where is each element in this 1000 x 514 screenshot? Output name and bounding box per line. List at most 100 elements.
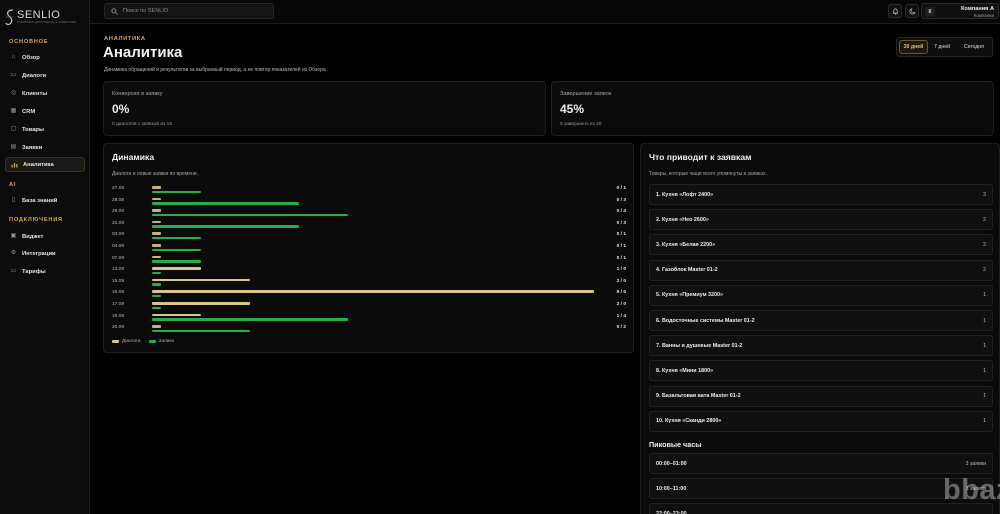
sidebar-item-label: Тарифы [22, 268, 46, 275]
chart-row: 04.09 0 / 1 [104, 244, 634, 256]
peak-hour-item[interactable]: 10:00–11:00 3 заявки [649, 478, 993, 500]
sidebar-item-products[interactable]: ▢ Товары [5, 122, 85, 137]
peak-hour-count: 3 заявки [965, 460, 986, 467]
bar-requests [152, 283, 161, 286]
bar-requests [152, 202, 300, 205]
notifications-button[interactable] [888, 4, 902, 18]
legend-swatch-dialogs [112, 340, 119, 343]
account-menu[interactable]: К Компания А Компания [921, 3, 999, 19]
chart-category-label: 20.09 [112, 325, 125, 331]
chart-category-label: 04.09 [112, 244, 125, 249]
lead-item-count: 2 [983, 267, 986, 274]
chart-row: 20.09 0 / 2 [104, 325, 634, 337]
kpi-label: Завершение заявок [560, 91, 612, 97]
range-today-button[interactable]: Сегодня [957, 40, 991, 54]
chart-category-label: 28.08 [112, 197, 125, 203]
sidebar-item-label: Клиенты [22, 90, 48, 97]
legend-label-requests: Заявки [158, 339, 175, 344]
range-30-days-button[interactable]: 30 дней [899, 40, 928, 54]
lead-item[interactable]: 8. Кухня «Мини 1800» 1 [649, 360, 993, 382]
card-icon: ▭ [10, 268, 17, 274]
sidebar-item-crm[interactable]: ▦ CRM [5, 104, 85, 119]
chart-value-label: 2 / 0 [616, 302, 626, 307]
chart-row: 29.08 0 / 4 [104, 209, 634, 221]
chart-value-label: 0 / 4 [616, 209, 626, 215]
lead-item-count: 1 [983, 317, 986, 324]
nav-section-ai: AI [9, 182, 17, 188]
bar-requests [152, 329, 251, 333]
sidebar-item-knowledge-base[interactable]: ▯ База знаний [5, 193, 85, 208]
lead-item[interactable]: 6. Водосточные системы Master 01-2 1 [649, 310, 993, 331]
bar-dialogs [152, 197, 161, 201]
lead-item[interactable]: 9. Базальтовая вата Master 01-2 1 [649, 385, 993, 407]
dynamics-title: Динамика [112, 152, 155, 162]
chart-category-label: 03.09 [112, 232, 125, 238]
nav-section-connections: ПОДКЛЮЧЕНИЯ [9, 217, 63, 223]
lead-item[interactable]: 7. Ванны и душевые Master 01-2 1 [649, 335, 993, 357]
lead-item[interactable]: 2. Кухня «Нео 2600» 2 [649, 209, 993, 231]
sidebar-item-integrations[interactable]: ⚙ Интеграции [5, 246, 85, 261]
sidebar-item-analytics[interactable]: Аналитика [5, 157, 85, 172]
sidebar-item-label: База знаний [22, 197, 58, 204]
range-7-days-button[interactable]: 7 дней [930, 40, 954, 54]
bar-requests [152, 236, 202, 240]
sidebar-item-label: Интеграции [22, 250, 56, 257]
chart-value-label: 0 / 3 [616, 220, 626, 226]
page-title: Аналитика [103, 44, 183, 61]
lead-item[interactable]: 4. Газоблок Master 01-2 2 [649, 259, 993, 281]
lead-item[interactable]: 1. Кухня «Лофт 2400» 3 [649, 184, 993, 205]
chart-row: 13.09 1 / 0 [104, 267, 634, 279]
bar-dialogs [152, 313, 202, 317]
chart-value-label: 0 / 1 [616, 232, 626, 238]
box-icon: ▢ [10, 126, 17, 132]
lead-item-count: 2 [983, 241, 986, 248]
kpi-value: 0% [112, 102, 130, 116]
nav-section-main: ОСНОВНОЕ [9, 39, 49, 45]
bar-dialogs [152, 220, 161, 224]
lead-item[interactable]: 10. Кухня «Сканди 2800» 1 [649, 410, 993, 432]
kpi-label: Конверсия в заявку [112, 91, 163, 97]
moon-icon [908, 7, 916, 14]
bar-dialogs [152, 278, 251, 282]
chart-category-label: 15.09 [112, 278, 125, 284]
chart-category-label: 17.09 [112, 302, 125, 307]
sidebar-item-overview[interactable]: ⌂ Обзор [5, 50, 85, 65]
lead-item-count: 1 [983, 292, 986, 299]
chart-value-label: 0 / 1 [616, 244, 626, 249]
date-range-selector: 30 дней 7 дней Сегодня [896, 37, 993, 57]
sidebar-item-dialogs[interactable]: ▭ Диалоги [5, 68, 85, 83]
lead-item[interactable]: 3. Кухня «Белая 2200» 2 [649, 234, 993, 256]
sidebar-item-requests[interactable]: ▤ Заявки [5, 140, 85, 155]
sidebar-item-plans[interactable]: ▭ Тарифы [5, 264, 85, 279]
sidebar-item-widget[interactable]: ▣ Виджет [5, 229, 85, 244]
account-name: Компания А [960, 6, 994, 12]
lead-item-name: 5. Кухня «Премиум 3200» [656, 292, 724, 299]
peak-hour-item[interactable]: 22:00–23:00 [649, 503, 993, 514]
kpi-subtext: 9 завершено из 20 [560, 122, 602, 127]
crm-icon: ▦ [10, 108, 17, 114]
logo[interactable]: SENLIO ПЛАТФОРМА ДЛЯ РАБОТЫ С КЛИЕНТАМИ [5, 8, 85, 26]
lead-item[interactable]: 5. Кухня «Премиум 3200» 1 [649, 284, 993, 306]
lead-item-name: 2. Кухня «Нео 2600» [656, 216, 709, 223]
search-box[interactable] [104, 3, 274, 19]
peak-hour-item[interactable]: 00:00–01:00 3 заявки [649, 453, 993, 474]
page-description: Динамика обращений и результатов за выбр… [104, 67, 326, 73]
bell-icon [892, 8, 898, 15]
doc-icon: ▤ [10, 144, 17, 150]
chart-value-label: 1 / 4 [616, 313, 626, 319]
search-input[interactable] [123, 8, 273, 14]
chart-row: 31.08 0 / 3 [104, 220, 634, 233]
theme-toggle-button[interactable] [905, 4, 919, 18]
avatar: К [925, 7, 935, 17]
bar-requests [152, 213, 349, 217]
bar-requests [152, 225, 300, 228]
sidebar-item-label: Диалоги [22, 72, 47, 79]
bar-dialogs [152, 302, 251, 305]
kpi-value: 45% [560, 102, 585, 116]
bar-requests [152, 190, 202, 194]
chart-value-label: 0 / 1 [616, 186, 626, 191]
sidebar-item-clients[interactable]: ◎ Клиенты [5, 86, 85, 101]
users-icon: ◎ [10, 90, 17, 96]
chart-row: 19.09 1 / 4 [104, 313, 634, 326]
brand-tagline: ПЛАТФОРМА ДЛЯ РАБОТЫ С КЛИЕНТАМИ [17, 21, 77, 24]
